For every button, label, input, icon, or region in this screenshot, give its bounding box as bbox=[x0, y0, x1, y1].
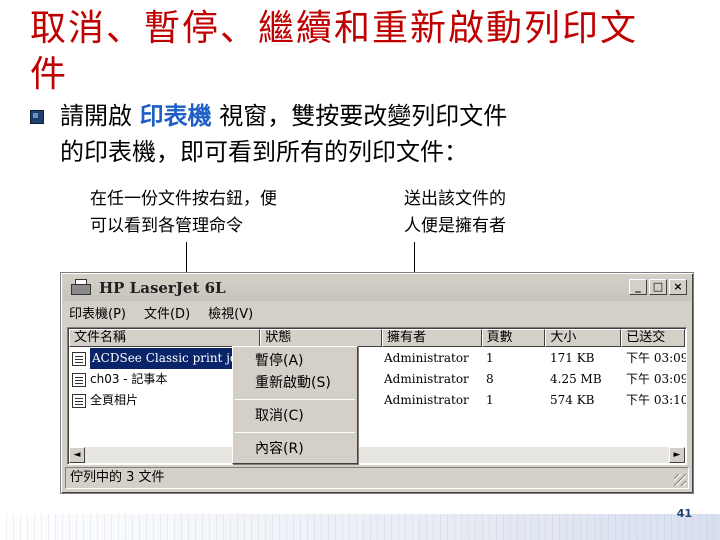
job-name-cell: ACDSee Classic print job bbox=[72, 348, 247, 369]
column-header-owner[interactable]: 擁有者 bbox=[381, 329, 482, 347]
column-header-pages[interactable]: 頁數 bbox=[481, 329, 546, 347]
status-bar: 佇列中的 3 文件 bbox=[65, 467, 689, 489]
context-menu-cancel[interactable]: 取消(C) bbox=[233, 405, 357, 427]
table-row[interactable]: ACDSee Classic print job Administrator 1… bbox=[70, 348, 686, 369]
callout-right-line-2: 人便是擁有者 bbox=[404, 216, 506, 236]
callout-owner: 送出該文件的 人便是擁有者 bbox=[404, 186, 506, 240]
footer-band bbox=[0, 514, 720, 540]
bullet-square-icon bbox=[30, 110, 44, 124]
bullet-line-2: 的印表機，即可看到所有的列印文件： bbox=[60, 138, 468, 166]
callout-left-line-2: 可以看到各管理命令 bbox=[90, 216, 243, 236]
scroll-right-icon[interactable]: ► bbox=[669, 447, 685, 463]
bullet-text-pre: 請開啟 bbox=[60, 102, 140, 130]
menu-printer[interactable]: 印表機(P) bbox=[67, 305, 128, 325]
job-pages: 8 bbox=[486, 372, 494, 386]
queue-status-text: 佇列中的 3 文件 bbox=[70, 470, 165, 485]
maximize-button[interactable]: □ bbox=[649, 279, 667, 295]
job-size: 171 KB bbox=[550, 351, 595, 365]
horizontal-scrollbar[interactable]: ◄ ► bbox=[69, 447, 685, 463]
menubar: 印表機(P) 文件(D) 檢視(V) bbox=[67, 305, 255, 325]
printer-icon bbox=[69, 279, 93, 297]
table-row[interactable]: 全頁相片 Administrator 1 574 KB 下午 03:10 bbox=[70, 390, 686, 411]
job-pages: 1 bbox=[486, 351, 494, 365]
bullet-line-1: 請開啟 印表機 視窗，雙按要改變列印文件 bbox=[60, 98, 507, 134]
window-title: HP LaserJet 6L bbox=[99, 279, 226, 297]
job-owner: Administrator bbox=[384, 393, 469, 407]
job-owner: Administrator bbox=[384, 351, 469, 365]
job-submitted: 下午 03:10 bbox=[626, 393, 687, 407]
job-size: 574 KB bbox=[550, 393, 595, 407]
document-icon bbox=[72, 351, 86, 366]
window-titlebar[interactable]: HP LaserJet 6L _ □ × bbox=[63, 275, 691, 301]
menu-separator bbox=[235, 432, 355, 433]
job-name: ch03 - 記事本 bbox=[90, 372, 168, 386]
bullet-highlight: 印表機 bbox=[139, 102, 212, 130]
print-job-list[interactable]: 文件名稱 狀態 擁有者 頁數 大小 已送交 ACDSee Classic pri… bbox=[67, 327, 687, 465]
bullet-text-post: 視窗，雙按要改變列印文件 bbox=[211, 102, 508, 130]
menu-document[interactable]: 文件(D) bbox=[142, 305, 192, 325]
context-menu-restart[interactable]: 重新啟動(S) bbox=[233, 372, 357, 394]
job-submitted: 下午 03:09 bbox=[626, 351, 687, 365]
column-header-status[interactable]: 狀態 bbox=[260, 329, 382, 347]
document-icon bbox=[72, 393, 86, 408]
resize-grip-icon[interactable] bbox=[674, 474, 686, 486]
job-name: ACDSee Classic print job bbox=[90, 348, 247, 369]
menu-separator bbox=[235, 399, 355, 400]
table-row[interactable]: ch03 - 記事本 Administrator 8 4.25 MB 下午 03… bbox=[70, 369, 686, 390]
context-menu: 暫停(A) 重新啟動(S) 取消(C) 內容(R) bbox=[232, 346, 358, 464]
job-owner: Administrator bbox=[384, 372, 469, 386]
column-headers: 文件名稱 狀態 擁有者 頁數 大小 已送交 bbox=[69, 329, 685, 347]
context-menu-properties[interactable]: 內容(R) bbox=[233, 438, 357, 460]
job-name-cell: ch03 - 記事本 bbox=[72, 369, 167, 390]
close-button[interactable]: × bbox=[669, 279, 687, 295]
job-submitted: 下午 03:09 bbox=[626, 372, 687, 386]
document-icon bbox=[72, 372, 86, 387]
context-menu-pause[interactable]: 暫停(A) bbox=[233, 350, 357, 372]
slide-title: 取消、暫停、繼續和重新啟動列印文件 bbox=[30, 8, 639, 95]
job-size: 4.25 MB bbox=[550, 372, 602, 386]
column-header-name[interactable]: 文件名稱 bbox=[69, 329, 261, 347]
menu-view[interactable]: 檢視(V) bbox=[206, 305, 255, 325]
job-pages: 1 bbox=[486, 393, 494, 407]
minimize-button[interactable]: _ bbox=[629, 279, 647, 295]
job-name: 全頁相片 bbox=[90, 393, 139, 407]
page-number: 41 bbox=[676, 507, 692, 520]
scroll-left-icon[interactable]: ◄ bbox=[69, 447, 85, 463]
column-header-submitted[interactable]: 已送交 bbox=[621, 329, 685, 347]
job-name-cell: 全頁相片 bbox=[72, 390, 138, 411]
callout-left-line-1: 在任一份文件按右鈕，便 bbox=[90, 189, 277, 209]
job-rows: ACDSee Classic print job Administrator 1… bbox=[70, 348, 686, 411]
callout-right-line-1: 送出該文件的 bbox=[404, 189, 506, 209]
column-header-size[interactable]: 大小 bbox=[545, 329, 622, 347]
printer-queue-window: HP LaserJet 6L _ □ × 印表機(P) 文件(D) 檢視(V) … bbox=[60, 272, 694, 494]
window-controls: _ □ × bbox=[629, 279, 687, 295]
callout-right-click: 在任一份文件按右鈕，便 可以看到各管理命令 bbox=[90, 186, 277, 240]
